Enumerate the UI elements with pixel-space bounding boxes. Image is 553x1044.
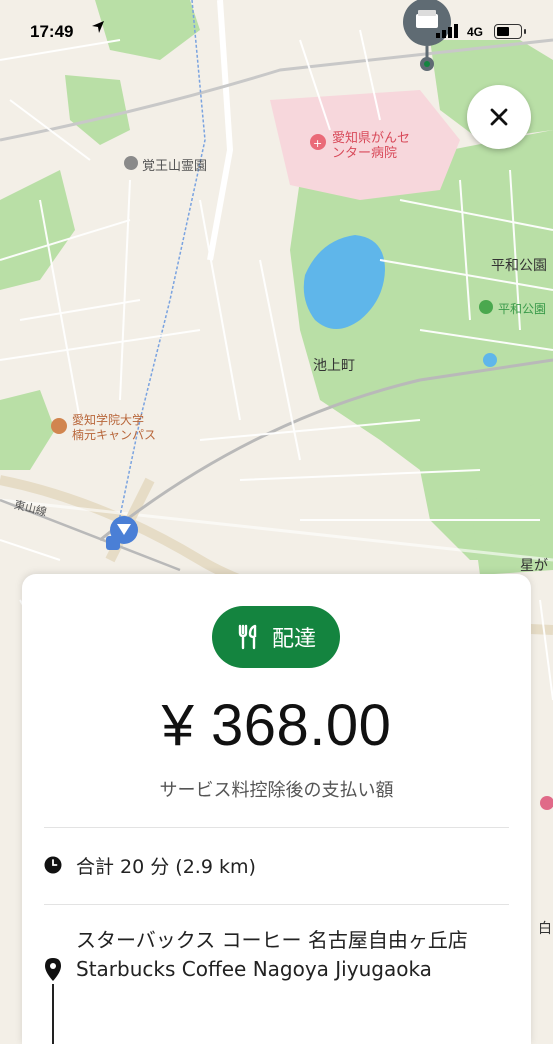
pickup-location: スターバックス コーヒー 名古屋自由ヶ丘店 Starbucks Coffee N… <box>76 928 468 981</box>
battery-tip <box>524 29 526 34</box>
trip-duration: 合計 20 分 (2.9 km) <box>76 855 256 878</box>
delivery-badge-label: 配達 <box>271 627 316 652</box>
trip-duration-row: 合計 20 分 (2.9 km) <box>44 850 256 880</box>
map-label-park-poi: 平和公園 <box>498 302 547 316</box>
map-label-hospital: 愛知県がんセ ンター病院 <box>332 131 411 161</box>
map-label-edge-right2: 白 <box>538 921 552 937</box>
payout-caption: サービス料控除後の支払い額 <box>159 780 394 801</box>
signal-icon <box>436 24 458 38</box>
svg-text:+: + <box>313 137 322 150</box>
divider <box>44 827 509 828</box>
delivery-badge: 配達 <box>212 606 340 668</box>
map-label-university: 愛知学院大学 楠元キャンパス <box>72 413 157 442</box>
close-icon <box>490 108 508 126</box>
map-label-edge-right: 星が <box>520 558 548 574</box>
network-type: 4G <box>467 25 484 39</box>
payout-amount: ¥ 368.00 <box>161 693 392 758</box>
map-label-park-area: 平和公園 <box>491 258 547 274</box>
route-line <box>52 984 54 1044</box>
fork-knife-icon <box>238 624 257 650</box>
map-label-town: 池上町 <box>313 358 355 374</box>
divider <box>44 904 509 905</box>
status-time: 17:49 <box>30 22 74 41</box>
close-button[interactable] <box>467 85 531 149</box>
location-arrow-icon <box>92 21 104 33</box>
battery-icon <box>494 24 522 39</box>
clock-icon <box>44 856 62 874</box>
map-pin-icon <box>45 958 61 981</box>
status-bar: 17:49 4G <box>0 18 553 48</box>
map-label-cemetery: 覚王山霊園 <box>142 159 208 174</box>
order-card: 配達 ¥ 368.00 サービス料控除後の支払い額 合計 20 分 (2.9 k… <box>22 574 531 1044</box>
